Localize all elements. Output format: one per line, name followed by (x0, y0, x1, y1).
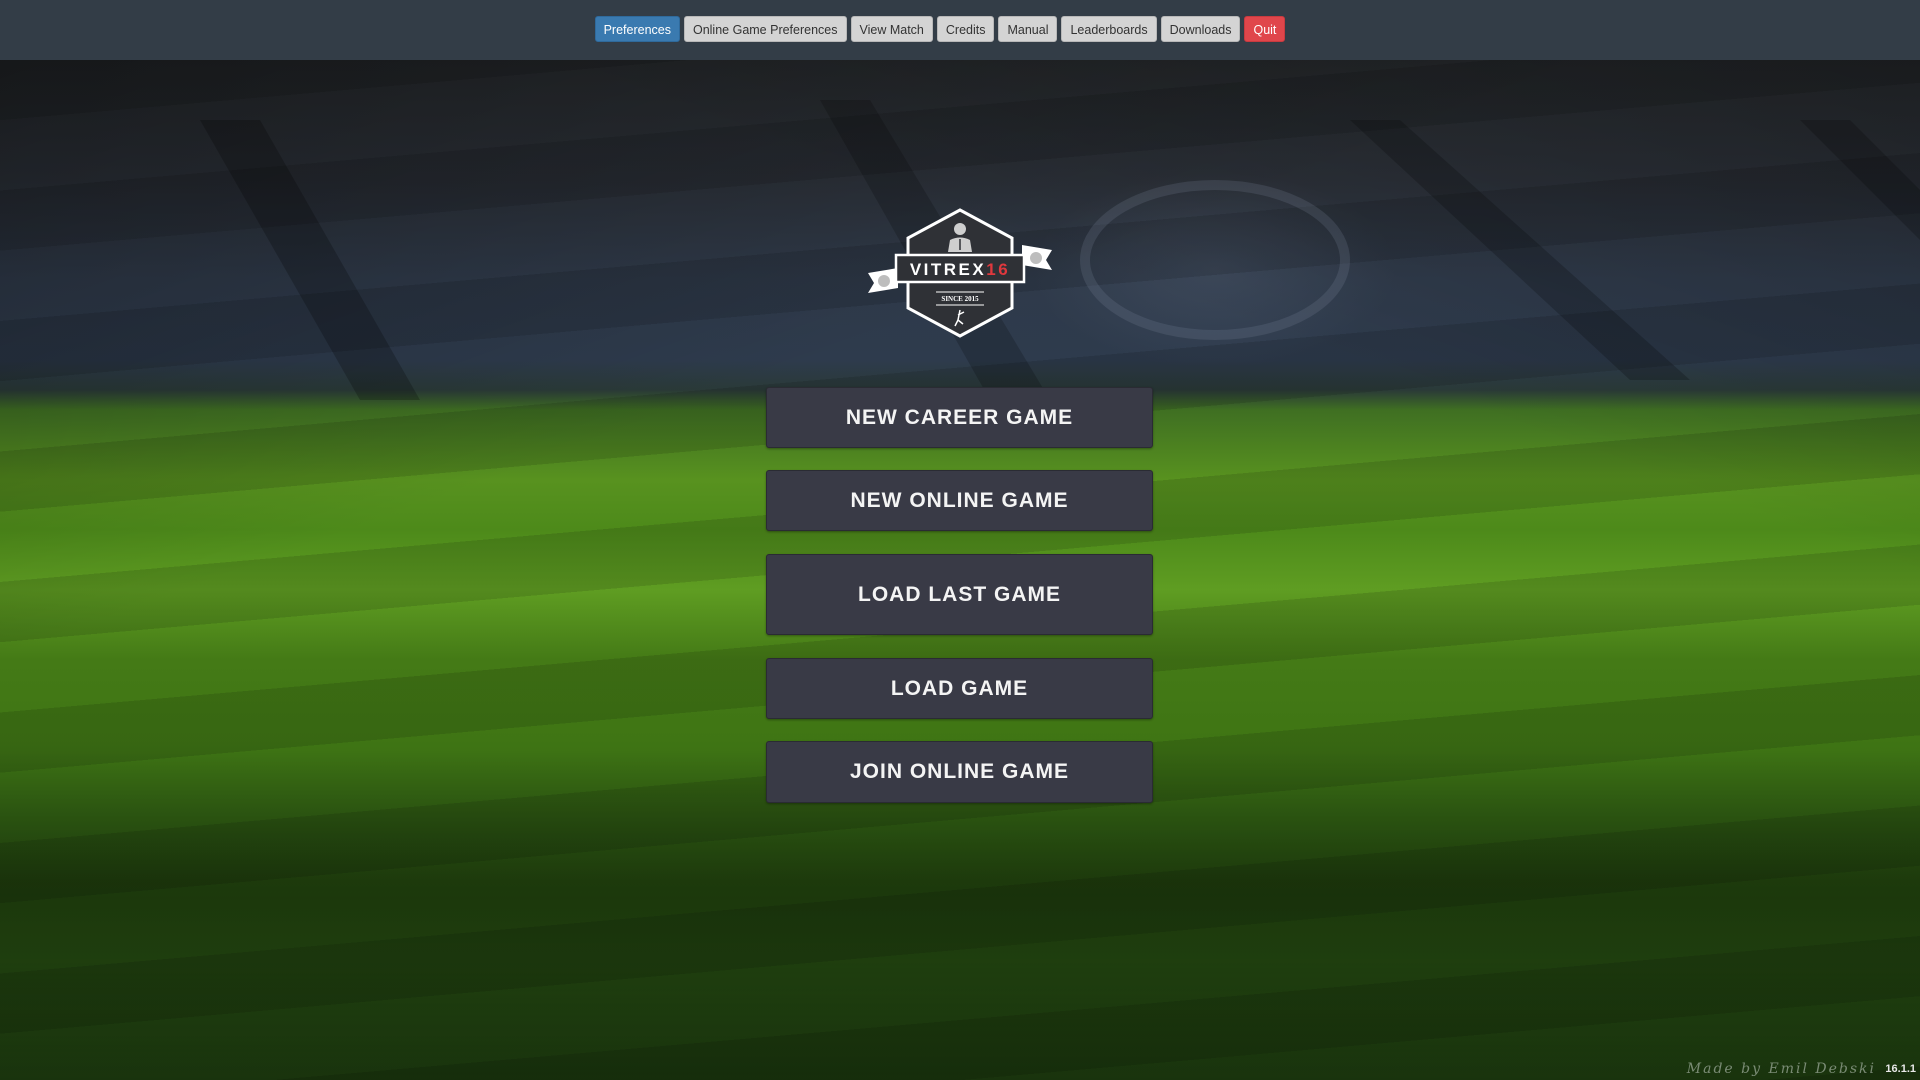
new-career-game-button[interactable]: NEW CAREER GAME (766, 387, 1153, 448)
preferences-button[interactable]: Preferences (594, 16, 680, 42)
logo-brand-text: VITREX (910, 260, 986, 279)
load-last-game-button[interactable]: LOAD LAST GAME (766, 554, 1153, 635)
downloads-button[interactable]: Downloads (1160, 16, 1241, 42)
online-game-preferences-button[interactable]: Online Game Preferences (683, 16, 847, 42)
top-navbar: Preferences Online Game Preferences View… (0, 0, 1920, 60)
logo-since-text: SINCE 2015 (941, 295, 979, 303)
football-icon-right (1030, 252, 1042, 264)
manual-button[interactable]: Manual (998, 16, 1058, 42)
football-icon-left (878, 275, 890, 287)
leaderboards-button[interactable]: Leaderboards (1061, 16, 1157, 42)
join-online-game-button[interactable]: JOIN ONLINE GAME (766, 741, 1153, 803)
vitrex-logo: VITREX16 SINCE 2015 (868, 208, 1052, 338)
author-signature: Made by Emil Debski (1686, 1061, 1876, 1077)
new-online-game-button[interactable]: NEW ONLINE GAME (766, 470, 1153, 531)
svg-text:VITREX16: VITREX16 (910, 260, 1010, 279)
credits-button[interactable]: Credits (936, 16, 995, 42)
logo-brand-number: 16 (986, 260, 1010, 279)
view-match-button[interactable]: View Match (850, 16, 933, 42)
load-game-button[interactable]: LOAD GAME (766, 658, 1153, 719)
version-label: 16.1.1 (1885, 1063, 1916, 1075)
quit-button[interactable]: Quit (1244, 16, 1286, 42)
nav-button-group: Preferences Online Game Preferences View… (594, 16, 1286, 42)
